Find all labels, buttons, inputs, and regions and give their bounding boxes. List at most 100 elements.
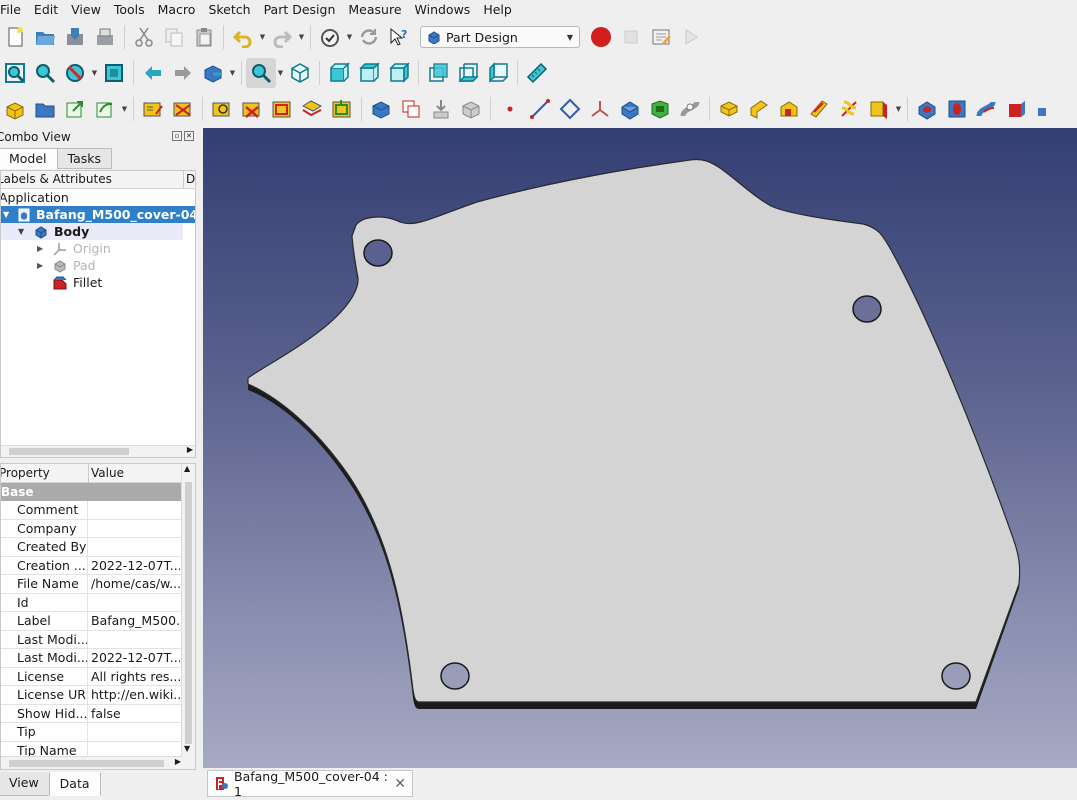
property-row[interactable]: Company [1,519,195,538]
macro-editor-icon[interactable] [646,22,676,52]
additive-box-icon[interactable] [714,94,744,124]
tab-data[interactable]: Data [48,772,101,796]
open-file-icon[interactable] [30,22,60,52]
property-value[interactable]: /home/cas/w... [88,575,180,593]
property-row[interactable]: Comment [1,501,195,520]
subtractive-box-icon[interactable] [864,94,894,124]
datum-plane-icon[interactable] [555,94,585,124]
property-row[interactable]: License URL http://en.wiki... [1,686,195,705]
record-macro-icon[interactable] [586,22,616,52]
property-row[interactable]: File Name/home/cas/w... [1,575,195,594]
create-shape-binder-icon[interactable] [366,94,396,124]
tab-model[interactable]: Model [0,148,58,169]
chevron-down-icon[interactable]: ▼ [276,58,285,88]
property-row[interactable]: Label Bafang_M500... [1,612,195,631]
back-arrow-icon[interactable] [138,58,168,88]
map-sketch-icon[interactable] [267,94,297,124]
forward-arrow-icon[interactable] [168,58,198,88]
undo-icon[interactable] [228,22,258,52]
3d-viewport[interactable] [203,128,1077,768]
validate-sketch-icon[interactable] [207,94,237,124]
workbench-selector[interactable]: Part Design ▼ [420,26,580,48]
chevron-right-icon[interactable]: ▶ [37,257,43,274]
fit-all-icon[interactable] [0,58,30,88]
menu-measure[interactable]: Measure [343,0,409,19]
menu-view[interactable]: View [66,0,109,19]
datum-point-icon[interactable] [495,94,525,124]
pad-icon[interactable] [615,94,645,124]
close-shape-icon[interactable] [237,94,267,124]
part-model[interactable] [203,128,1077,768]
tree-item-origin[interactable]: ▶ Origin [1,240,195,257]
subtractive-loft-icon[interactable] [972,94,1002,124]
new-file-icon[interactable] [0,22,30,52]
menu-part-design[interactable]: Part Design [259,0,344,19]
helix-icon[interactable] [834,94,864,124]
refresh-check-icon[interactable] [315,22,345,52]
tree-item-pad[interactable]: ▶ Pad [1,257,195,274]
property-value[interactable]: http://en.wiki... [88,686,180,704]
tree-item-fillet[interactable]: Fillet [1,274,195,291]
menu-help[interactable]: Help [478,0,520,19]
property-row[interactable]: Show Hid... false [1,704,195,723]
new-sketch-icon[interactable] [138,94,168,124]
tab-view[interactable]: View [0,772,50,796]
property-row[interactable]: Created By [1,538,195,557]
chevron-down-icon[interactable]: ▼ [297,22,306,52]
menu-sketch[interactable]: Sketch [203,0,258,19]
property-row[interactable]: License All rights res... [1,667,195,686]
std-views-icon[interactable] [246,58,276,88]
hole-icon[interactable] [942,94,972,124]
subtractive-cylinder-icon[interactable] [1002,94,1032,124]
property-value[interactable] [88,631,180,649]
property-value[interactable] [88,538,180,556]
property-value[interactable] [88,723,180,741]
chevron-right-icon[interactable]: ▶ [37,240,43,257]
top-view-icon[interactable] [354,58,384,88]
primitive-icon[interactable] [456,94,486,124]
revolution-icon[interactable] [645,94,675,124]
property-row[interactable]: Tip [1,723,195,742]
property-row[interactable]: Last Modi... [1,630,195,649]
edit-sketch-icon[interactable] [168,94,198,124]
property-value[interactable] [88,594,180,612]
property-value[interactable]: 2022-12-07T... [88,649,180,667]
link-navigation-icon[interactable] [198,58,228,88]
additive-loft-icon[interactable] [675,94,705,124]
run-macro-icon[interactable] [676,22,706,52]
menu-macro[interactable]: Macro [153,0,204,19]
tree-item-body[interactable]: ▼ Body [1,223,183,240]
mirror-icon[interactable] [1032,94,1062,124]
local-coordinate-system-icon[interactable] [585,94,615,124]
value-column-header[interactable]: Value [88,464,180,483]
property-value[interactable]: All rights res... [88,668,180,686]
scroll-thumb[interactable] [185,482,192,744]
export-icon[interactable] [60,94,90,124]
measure-distance-icon[interactable] [522,58,552,88]
stop-macro-icon[interactable] [616,22,646,52]
chevron-down-icon[interactable]: ▼ [3,206,9,223]
property-group-base[interactable]: Base [1,483,195,501]
import-icon[interactable] [426,94,456,124]
left-view-icon[interactable] [483,58,513,88]
front-view-icon[interactable] [324,58,354,88]
tree-item-document[interactable]: ▼ Bafang_M500_cover-04 [1,206,195,223]
sub-shape-binder-icon[interactable] [90,94,120,124]
chevron-down-icon[interactable]: ▼ [18,223,24,240]
subtractive-pipe-icon[interactable] [804,94,834,124]
float-panel-icon[interactable]: ▫ [172,131,182,141]
save-icon[interactable] [60,22,90,52]
right-view-icon[interactable] [384,58,414,88]
property-horizontal-scrollbar[interactable]: ▶ [1,756,183,769]
chevron-right-icon[interactable]: ▶ [187,445,193,454]
menu-edit[interactable]: Edit [29,0,66,19]
merge-sketches-icon[interactable] [327,94,357,124]
chevron-down-icon[interactable]: ▼ [345,22,354,52]
create-clone-icon[interactable] [396,94,426,124]
property-value[interactable] [88,501,180,519]
bottom-view-icon[interactable] [453,58,483,88]
save-as-icon[interactable] [90,22,120,52]
tree-horizontal-scrollbar[interactable]: ▶ [1,445,195,457]
bounding-box-icon[interactable] [99,58,129,88]
property-row[interactable]: Id [1,593,195,612]
